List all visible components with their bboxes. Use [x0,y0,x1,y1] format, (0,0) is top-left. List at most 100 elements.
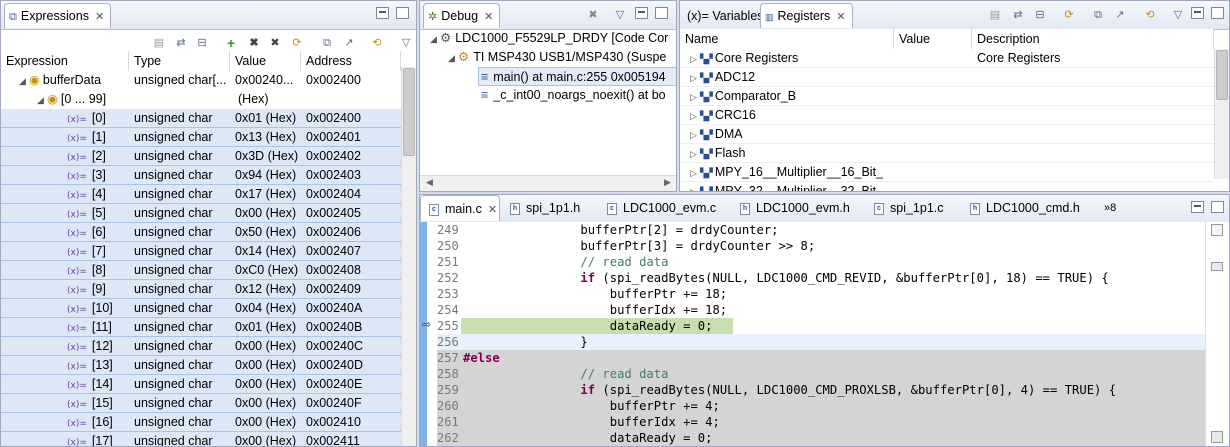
maximize-button[interactable] [655,7,668,19]
registers-scrollbar[interactable] [1214,49,1229,179]
code-line[interactable]: 259 if (spi_readBytes(NULL, LDC1000_CMD_… [437,382,1205,398]
minimize-button[interactable] [376,7,389,19]
minimize-button[interactable] [1191,7,1204,19]
remove-icon[interactable]: ✖ [246,35,262,51]
code-line[interactable]: 255 dataReady = 0; [437,318,1205,334]
expression-element-row[interactable]: (x)= [6] unsigned char 0x50 (Hex) 0x002406 [1,223,401,242]
expand-right-icon[interactable]: ▷ [690,88,700,106]
col-expression[interactable]: Expression [1,51,129,71]
code-line[interactable]: 261 bufferIdx += 4; [437,414,1205,430]
scroll-right-icon[interactable]: ▶ [664,177,671,188]
expression-element-row[interactable]: (x)= [8] unsigned char 0xC0 (Hex) 0x002408 [1,261,401,280]
debug-hscrollbar[interactable]: ◀ ▶ [420,175,676,191]
code-line[interactable]: 253 bufferPtr += 18; [437,286,1205,302]
expression-element-row[interactable]: (x)= [15] unsigned char 0x00 (Hex) 0x00240F [1,394,401,413]
col-type[interactable]: Type [129,51,230,71]
register-group-row[interactable]: ▷ ▚▞ CRC16 [680,106,1214,125]
expression-element-row[interactable]: (x)= [1] unsigned char 0x13 (Hex) 0x002401 [1,128,401,147]
col-name[interactable]: Name [680,29,894,49]
code-line[interactable]: 260 bufferPtr += 4; [437,398,1205,414]
expression-element-row[interactable]: (x)= [2] unsigned char 0x3D (Hex) 0x002402 [1,147,401,166]
maximize-button[interactable] [396,7,409,19]
close-icon[interactable]: ✕ [488,197,497,223]
expression-element-row[interactable]: (x)= [12] unsigned char 0x00 (Hex) 0x00240C [1,337,401,356]
expand-right-icon[interactable]: ▷ [690,50,700,68]
expand-right-icon[interactable]: ▷ [690,164,700,182]
editor-tab-main-c[interactable]: c main.c ✕ [420,195,500,221]
expand-down-icon[interactable]: ◢ [37,91,47,109]
close-icon[interactable]: ✕ [484,5,493,29]
code-area[interactable]: 249 bufferPtr[2] = drdyCounter; 250 buffe… [437,222,1205,446]
layout-icon[interactable]: ⇄ [173,35,189,51]
collapse-all-icon[interactable]: ▤ [151,35,167,51]
expand-right-icon[interactable]: ▷ [690,183,700,191]
editor-tab[interactable]: h LDC1000_evm.h [740,195,850,221]
new-window-icon[interactable]: ⧉ [1090,7,1106,23]
expression-element-row[interactable]: (x)= [4] unsigned char 0x17 (Hex) 0x002404 [1,185,401,204]
collapse-all-icon[interactable]: ▤ [987,7,1003,23]
expression-range-row[interactable]: ◢ ◉ [0 ... 99] (Hex) [1,90,401,109]
register-group-row[interactable]: ▷ ▚▞ MPY_16__Multiplier__16_Bit_ [680,163,1214,182]
register-group-row[interactable]: ▷ ▚▞ MPY_32__Multiplier__32_Bit_ [680,182,1214,191]
debug-session-row[interactable]: ◢ ⚙ LDC1000_F5529LP_DRDY [Code Cor [420,29,676,48]
code-line[interactable]: 249 bufferPtr[2] = drdyCounter; [437,222,1205,238]
stack-frame-row[interactable]: ≡ _c_int00_noargs_noexit() at bo [478,86,676,105]
minimize-button[interactable] [635,7,648,19]
col-description[interactable]: Description [972,29,1214,49]
register-group-row[interactable]: ▷ ▚▞ Comparator_B [680,87,1214,106]
code-line[interactable]: 252 if (spi_readBytes(NULL, LDC1000_CMD_… [437,270,1205,286]
register-group-row[interactable]: ▷ ▚▞ DMA [680,125,1214,144]
export-icon[interactable]: ↗ [1112,7,1128,23]
view-menu-icon[interactable]: ▽ [398,35,414,51]
maximize-button[interactable] [1211,7,1224,19]
expression-element-row[interactable]: (x)= [3] unsigned char 0x94 (Hex) 0x002403 [1,166,401,185]
code-line[interactable]: 250 bufferPtr[3] = drdyCounter >> 8; [437,238,1205,254]
maximize-button[interactable] [1211,201,1224,213]
editor-tab[interactable]: c LDC1000_evm.c [607,195,716,221]
expression-element-row[interactable]: (x)= [7] unsigned char 0x14 (Hex) 0x002407 [1,242,401,261]
minimize-button[interactable] [1191,201,1204,213]
expand-right-icon[interactable]: ▷ [690,69,700,87]
expression-element-row[interactable]: (x)= [11] unsigned char 0x01 (Hex) 0x00240B [1,318,401,337]
expand-right-icon[interactable]: ▷ [690,126,700,144]
expressions-scrollbar[interactable] [401,67,416,446]
editor-tab[interactable]: h LDC1000_cmd.h [970,195,1080,221]
debug-target-row[interactable]: ◢ ⚙ TI MSP430 USB1/MSP430 (Suspe [420,48,676,67]
code-line[interactable]: 258 // read data [437,366,1205,382]
editor-scrollbar[interactable] [1205,222,1229,446]
expression-element-row[interactable]: (x)= [9] unsigned char 0x12 (Hex) 0x002409 [1,280,401,299]
more-tabs-button[interactable]: »8 [1104,195,1116,221]
expand-right-icon[interactable]: ▷ [690,145,700,163]
col-address[interactable]: Address [301,51,401,71]
editor-tab[interactable]: h spi_1p1.h [510,195,580,221]
layout-icon[interactable]: ⇄ [1010,7,1026,23]
expression-element-row[interactable]: (x)= [17] unsigned char 0x00 (Hex) 0x002411 [1,432,401,446]
tab-expressions[interactable]: ⧉ Expressions ✕ [4,3,112,28]
code-line[interactable]: 256 } [437,334,1205,350]
stack-frame-row[interactable]: ≡ main() at main.c:255 0x005194 [478,67,676,86]
code-line[interactable]: 254 bufferIdx += 18; [437,302,1205,318]
new-window-icon[interactable]: ⧉ [319,35,335,51]
collapse-icon[interactable]: ⊟ [194,35,210,51]
scroll-thumb[interactable] [403,68,415,156]
expression-element-row[interactable]: (x)= [0] unsigned char 0x01 (Hex) 0x002400 [1,109,401,128]
expression-element-row[interactable]: (x)= [5] unsigned char 0x00 (Hex) 0x002405 [1,204,401,223]
tab-debug[interactable]: ✲ Debug ✕ [423,3,501,29]
view-menu-icon[interactable]: ▽ [1170,7,1186,23]
export-icon[interactable]: ↗ [341,35,357,51]
col-value[interactable]: Value [230,51,301,71]
expression-element-row[interactable]: (x)= [14] unsigned char 0x00 (Hex) 0x00240E [1,375,401,394]
code-line[interactable]: 262 dataReady = 0; [437,430,1205,446]
register-group-row[interactable]: ▷ ▚▞ Flash [680,144,1214,163]
expand-down-icon[interactable]: ◢ [430,30,440,48]
sync-icon[interactable]: ⟲ [1142,7,1158,23]
remove-terminated-icon[interactable]: ✖ [585,7,601,23]
expression-element-row[interactable]: (x)= [16] unsigned char 0x00 (Hex) 0x002410 [1,413,401,432]
remove-all-icon[interactable]: ✖ [267,35,283,51]
col-value[interactable]: Value [894,29,972,49]
expression-root-row[interactable]: ◢ ◉ bufferData unsigned char[... 0x00240..… [1,71,401,90]
code-line[interactable]: 257 #else [437,350,1205,366]
refresh-icon[interactable]: ⟳ [1061,7,1077,23]
collapse-icon[interactable]: ⊟ [1032,7,1048,23]
scroll-left-icon[interactable]: ◀ [426,177,433,188]
